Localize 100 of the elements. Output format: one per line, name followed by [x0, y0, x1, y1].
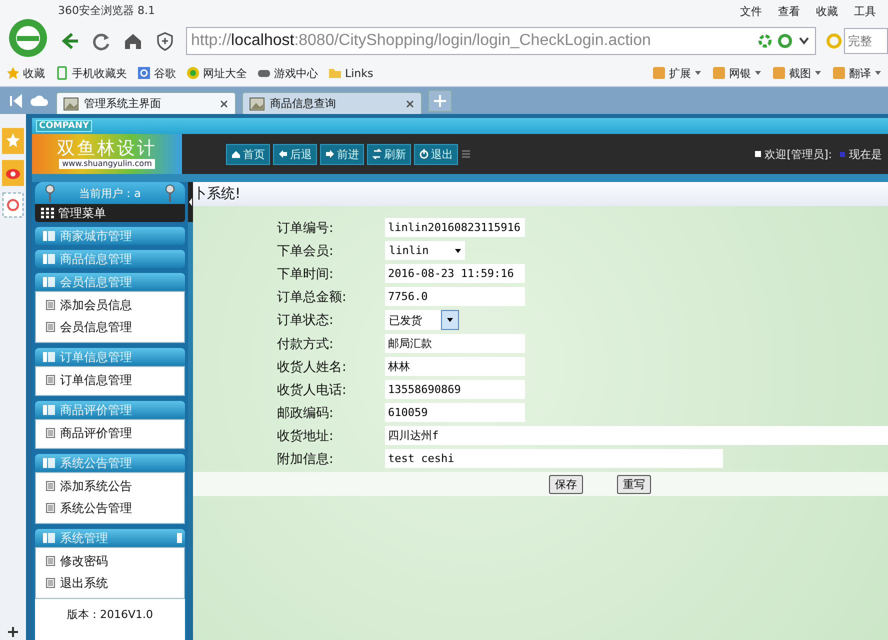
caret-icon [754, 69, 762, 77]
mail-icon[interactable] [2, 192, 24, 218]
pin-icon [45, 184, 55, 202]
menu-item[interactable]: 添加会员信息 [36, 294, 184, 316]
close-icon[interactable] [405, 98, 415, 108]
document-icon [46, 322, 55, 332]
bookmark-link[interactable]: 谷歌 [137, 66, 176, 80]
bookmark-link[interactable]: 手机收藏夹 [55, 66, 127, 80]
input-field[interactable]: 13558690869 [385, 380, 525, 399]
menu-item[interactable]: 退出系统 [36, 572, 184, 594]
form-button[interactable]: 保存 [549, 474, 583, 494]
field-label: 收货人电话: [277, 382, 348, 398]
menu-item[interactable]: 添加系统公告 [36, 475, 184, 497]
forward-arrow-icon [325, 149, 335, 159]
nav-button[interactable]: 退出 [414, 144, 458, 164]
company-badge: COMPANY [36, 120, 92, 132]
version-text: 版本：2016V1.0 [35, 599, 185, 640]
tool-icon [712, 66, 726, 80]
input-field[interactable]: 四川达州f [385, 426, 888, 445]
tool-icon [832, 66, 846, 80]
menu-item[interactable]: 会员信息管理 [36, 316, 184, 338]
document-icon [46, 375, 55, 385]
square-icon [754, 151, 761, 157]
menu-item[interactable]: 系统公告管理 [36, 497, 184, 519]
toolbar-button[interactable]: 扩展 [652, 66, 702, 80]
browser-title: 360安全浏览器 8.1 [58, 4, 155, 17]
menu-item[interactable]: 文件 [740, 4, 762, 19]
document-icon [46, 428, 55, 438]
home-icon [231, 149, 241, 159]
input-field[interactable]: linlin20160823115916 [385, 218, 525, 237]
document-icon [46, 481, 55, 491]
document-icon [46, 300, 55, 310]
document-icon [46, 503, 55, 513]
input-field[interactable]: 7756.0 [385, 287, 525, 306]
address-bar[interactable]: http://localhost:8080/CityShopping/login/login_CheckLogin.action [186, 27, 816, 55]
bookmark-link[interactable]: Links [328, 66, 374, 80]
menu-item[interactable]: 收藏 [816, 4, 838, 19]
panel-icon [177, 533, 182, 543]
menu-item[interactable]: 查看 [778, 4, 800, 19]
bookmark-link[interactable]: 游戏中心 [257, 66, 318, 80]
bookmark-link[interactable]: 网址大全 [186, 66, 247, 80]
panel-icon [43, 254, 55, 264]
page-title: 卜系统! [193, 185, 241, 203]
menu-item[interactable]: 修改密码 [36, 550, 184, 572]
folder-icon [328, 66, 342, 80]
collapse-handle-icon[interactable] [188, 182, 193, 222]
input-field[interactable]: 林林 [385, 357, 525, 376]
globe-icon [186, 66, 200, 80]
sidebar-toggle-icon[interactable] [8, 92, 24, 110]
nav-button[interactable]: 首页 [226, 144, 270, 164]
browser-tab[interactable]: 商品信息查询 [242, 92, 422, 114]
tool-icon [652, 66, 666, 80]
search-field[interactable]: 完整 [844, 28, 888, 54]
menu-item[interactable]: 工具 [854, 4, 876, 19]
welcome-text: 欢迎[管理员]: [764, 146, 832, 162]
back-arrow-icon [278, 149, 288, 159]
field-label: 邮政编码: [277, 404, 334, 422]
form-button[interactable]: 重写 [617, 474, 651, 494]
browser-tab[interactable]: 管理系统主界面 [56, 92, 236, 114]
url-text: http://localhost:8080/CityShopping/login/login_CheckLogin.action [191, 32, 652, 50]
field-label: 订单状态: [277, 312, 334, 329]
pin-icon [165, 184, 175, 202]
grid-icon [41, 207, 54, 219]
caret-icon [455, 248, 461, 252]
field-label: 付款方式: [277, 336, 334, 352]
panel-icon [43, 533, 55, 543]
panel-icon [43, 277, 55, 287]
refresh-icon [372, 149, 382, 159]
field-label: 下单时间: [277, 266, 334, 282]
document-icon [46, 578, 55, 588]
status-dropdown[interactable]: 已发货 [385, 310, 459, 330]
document-icon [46, 556, 55, 566]
tool-icon [772, 66, 786, 80]
input-field[interactable]: 邮局汇款 [385, 334, 525, 353]
toolbar-button[interactable]: 翻译 [832, 66, 882, 80]
input-field[interactable]: 2016-08-23 11:59:16 [385, 264, 525, 283]
list-icon[interactable] [461, 149, 471, 159]
nav-button[interactable]: 刷新 [367, 144, 411, 164]
nav-button[interactable]: 前进 [320, 144, 364, 164]
toolbar-button[interactable]: 截图 [772, 66, 822, 80]
bookmark-link[interactable]: 收藏 [6, 66, 45, 80]
input-field[interactable]: 610059 [385, 403, 525, 422]
spinner-icon [757, 33, 773, 49]
shield-icon[interactable] [154, 30, 176, 52]
input-field[interactable]: test ceshi [385, 449, 723, 468]
field-label: 收货人姓名: [277, 358, 348, 376]
field-label: 下单会员: [277, 242, 334, 260]
plus-icon[interactable] [7, 626, 19, 638]
square-icon [840, 152, 845, 156]
member-dropdown[interactable]: linlin [385, 241, 465, 260]
caret-icon [814, 69, 822, 77]
panel-icon [43, 231, 55, 241]
date-label: 现在是 [849, 146, 882, 162]
nav-button[interactable]: 后退 [273, 144, 317, 164]
new-tab-button[interactable] [428, 90, 452, 112]
caret-icon [874, 69, 882, 77]
close-icon[interactable] [219, 98, 229, 108]
phone-icon [55, 66, 69, 80]
caret-icon [694, 69, 702, 77]
toolbar-button[interactable]: 网银 [712, 66, 762, 80]
